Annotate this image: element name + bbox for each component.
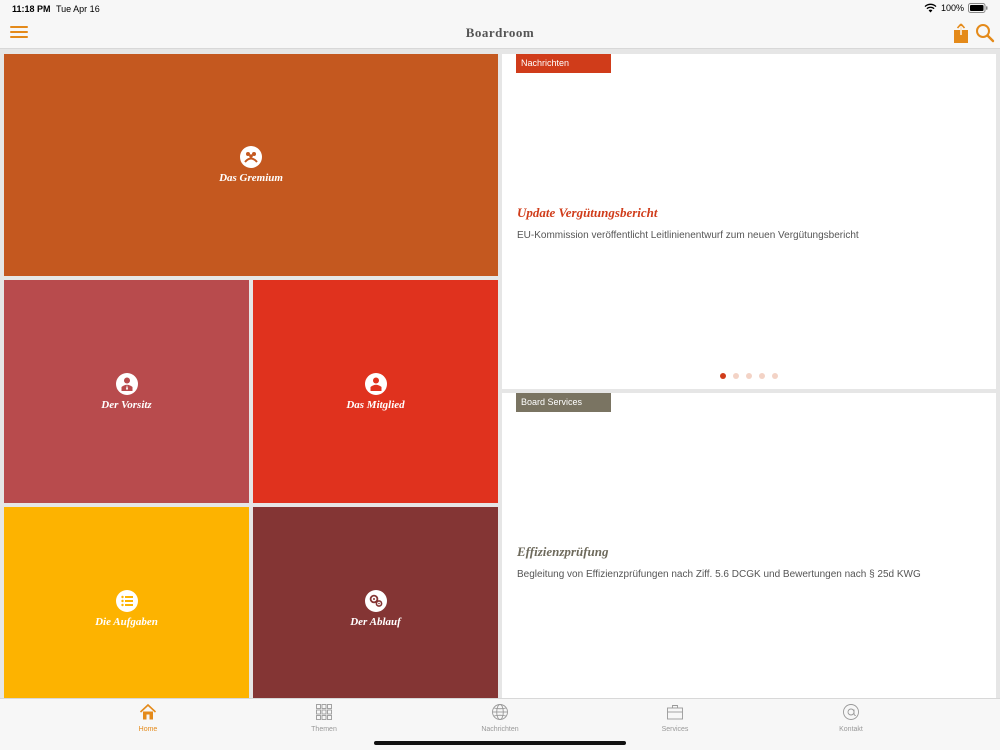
- tile-label: Der Ablauf: [350, 616, 401, 628]
- tile-der-ablauf[interactable]: Der Ablauf: [253, 507, 498, 698]
- tab-nachrichten[interactable]: Nachrichten: [460, 703, 540, 733]
- services-description: Begleitung von Effizienzprüfungen nach Z…: [517, 569, 921, 580]
- grid-icon: [316, 704, 332, 720]
- wifi-icon: [924, 3, 937, 13]
- tab-label: Nachrichten: [481, 726, 519, 733]
- tile-das-mitglied[interactable]: Das Mitglied: [253, 280, 498, 503]
- home-icon: [139, 703, 157, 720]
- group-icon: [240, 146, 262, 168]
- briefcase-icon: [667, 705, 683, 720]
- services-card[interactable]: Board Services Effizienzprüfung Begleitu…: [502, 393, 996, 698]
- carousel-dot[interactable]: [720, 373, 726, 379]
- carousel-dot[interactable]: [772, 373, 778, 379]
- tab-themen[interactable]: Themen: [284, 703, 364, 733]
- status-indicators: 100%: [924, 3, 988, 13]
- battery-icon: [968, 3, 988, 13]
- tile-label: Das Gremium: [219, 172, 283, 184]
- battery-percentage: 100%: [940, 3, 964, 13]
- tile-der-vorsitz[interactable]: Der Vorsitz: [4, 280, 249, 503]
- services-title: Effizienzprüfung: [517, 544, 609, 559]
- member-icon: [364, 372, 387, 395]
- news-title: Update Vergütungsbericht: [517, 205, 658, 220]
- news-category-tag: Nachrichten: [516, 54, 611, 73]
- search-icon[interactable]: [975, 23, 995, 43]
- tab-home[interactable]: Home: [108, 703, 188, 733]
- share-icon[interactable]: [952, 23, 970, 44]
- tab-kontakt[interactable]: Kontakt: [811, 703, 891, 733]
- app-title: Boardroom: [465, 25, 535, 40]
- globe-icon: [492, 704, 508, 720]
- at-sign-icon: [843, 704, 859, 720]
- carousel-dot[interactable]: [733, 373, 739, 379]
- services-category-tag: Board Services: [516, 393, 611, 412]
- tile-label: Das Mitglied: [346, 398, 405, 411]
- task-list-icon: [115, 590, 138, 612]
- status-bar: 11:18 PM Tue Apr 16 100%: [0, 0, 1000, 18]
- status-time: 11:18 PM: [12, 4, 51, 14]
- news-description: EU-Kommission veröffentlicht Leitliniene…: [517, 230, 859, 241]
- tile-die-aufgaben[interactable]: Die Aufgaben: [4, 507, 249, 698]
- tile-das-gremium[interactable]: Das Gremium: [4, 54, 498, 276]
- carousel-page-indicator[interactable]: [720, 373, 778, 379]
- home-indicator[interactable]: [374, 741, 626, 745]
- status-date: Tue Apr 16: [56, 4, 100, 14]
- tile-label: Die Aufgaben: [95, 616, 158, 628]
- tab-label: Home: [138, 726, 158, 733]
- tab-label: Services: [661, 726, 689, 733]
- news-card[interactable]: Nachrichten Update Vergütungsbericht EU-…: [502, 54, 996, 389]
- carousel-dot[interactable]: [759, 373, 765, 379]
- tab-services[interactable]: Services: [635, 703, 715, 733]
- gears-icon: [364, 590, 387, 612]
- carousel-dot[interactable]: [746, 373, 752, 379]
- tab-label: Themen: [311, 726, 337, 733]
- navigation-bar: Boardroom: [0, 18, 1000, 49]
- chairman-icon: [115, 372, 138, 395]
- tab-label: Kontakt: [839, 726, 863, 733]
- tile-label: Der Vorsitz: [101, 398, 152, 411]
